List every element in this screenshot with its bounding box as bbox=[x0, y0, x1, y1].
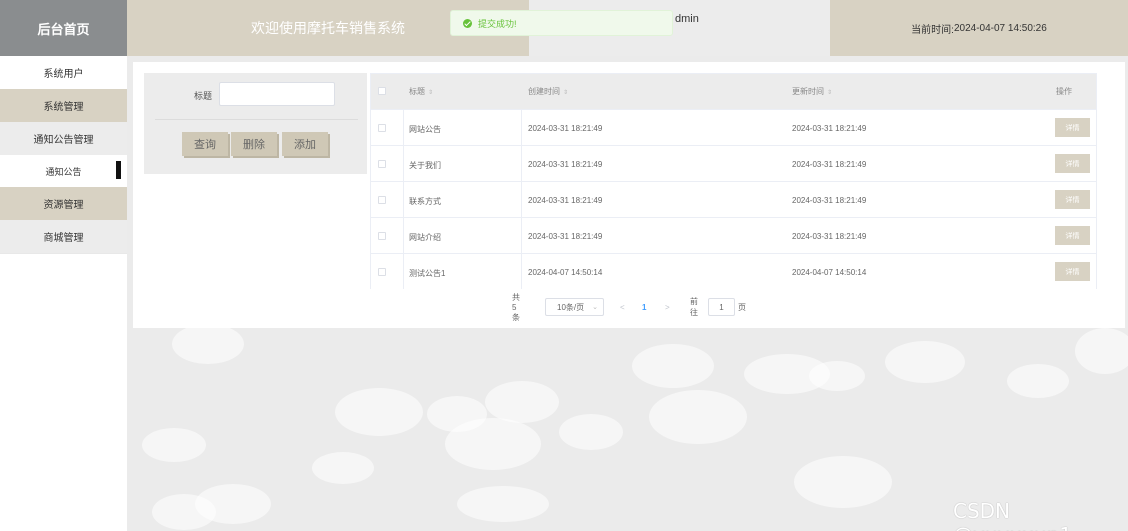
bg-bubble bbox=[1075, 328, 1128, 374]
row-checkbox[interactable] bbox=[378, 160, 386, 168]
delete-button[interactable]: 删除 bbox=[231, 132, 277, 156]
table-row: 联系方式 2024-03-31 18:21:49 2024-03-31 18:2… bbox=[371, 181, 1096, 217]
column-header-actions: 操作 bbox=[1056, 87, 1072, 96]
goto-page-input[interactable]: 1 bbox=[708, 298, 735, 316]
check-circle-icon bbox=[463, 18, 472, 28]
cell-updated: 2024-03-31 18:21:49 bbox=[792, 196, 867, 205]
row-checkbox[interactable] bbox=[378, 232, 386, 240]
cell-updated: 2024-03-31 18:21:49 bbox=[792, 124, 867, 133]
watermark: CSDN @yuyuxun1 bbox=[953, 499, 1072, 531]
sidebar-item-label: 通知公告 bbox=[45, 166, 82, 177]
page-size-select[interactable]: 10条/页 ⌄ bbox=[545, 298, 604, 316]
cell-updated: 2024-03-31 18:21:49 bbox=[792, 160, 867, 169]
bg-bubble bbox=[794, 456, 892, 508]
sidebar-item-resource-management[interactable]: 资源管理 bbox=[0, 187, 127, 220]
bg-bubble bbox=[885, 341, 965, 383]
bg-bubble bbox=[632, 344, 714, 388]
table-row: 网站介绍 2024-03-31 18:21:49 2024-03-31 18:2… bbox=[371, 217, 1096, 253]
bg-bubble bbox=[142, 428, 206, 462]
sidebar-item-label: 通知公告管理 bbox=[33, 135, 94, 146]
sidebar-item-label: 商城管理 bbox=[43, 233, 84, 244]
bg-bubble bbox=[809, 361, 865, 391]
cell-created: 2024-03-31 18:21:49 bbox=[528, 160, 603, 169]
sidebar-item-system-management[interactable]: 系统管理 bbox=[0, 89, 127, 122]
sidebar-item-system-users[interactable]: 系统用户 bbox=[0, 56, 127, 89]
cell-created: 2024-03-31 18:21:49 bbox=[528, 232, 603, 241]
time-value: 2024-04-07 14:50:26 bbox=[953, 22, 1047, 34]
notice-table: 标题 ⇕ 创建时间 ⇕ 更新时间 ⇕ 操作 网站公告 2024-03-31 18:21… bbox=[370, 73, 1097, 289]
row-checkbox[interactable] bbox=[378, 268, 386, 276]
goto-label: 前往 bbox=[690, 297, 698, 317]
bg-bubble bbox=[172, 324, 244, 364]
bg-bubble bbox=[649, 390, 747, 444]
cell-created: 2024-03-31 18:21:49 bbox=[528, 124, 603, 133]
current-time: 当前时间: 2024-04-07 14:50:26 bbox=[830, 0, 1128, 56]
username: dmin bbox=[675, 13, 699, 25]
success-toast: 提交成功! bbox=[450, 10, 673, 36]
cell-updated: 2024-03-31 18:21:49 bbox=[792, 232, 867, 241]
add-button[interactable]: 添加 bbox=[282, 132, 328, 156]
table-header: 标题 ⇕ 创建时间 ⇕ 更新时间 ⇕ 操作 bbox=[371, 74, 1096, 109]
sidebar-item-mall-management[interactable]: 商城管理 bbox=[0, 220, 127, 253]
cell-title: 测试公告1 bbox=[409, 269, 446, 278]
chevron-down-icon: ⌄ bbox=[592, 304, 598, 311]
prev-page-button[interactable]: < bbox=[620, 298, 625, 316]
next-page-button[interactable]: > bbox=[665, 298, 670, 316]
sidebar: 系统用户 系统管理 通知公告管理 通知公告 资源管理 商城管理 bbox=[0, 56, 127, 531]
bg-bubble bbox=[152, 494, 216, 530]
toast-message: 提交成功! bbox=[478, 18, 517, 29]
table-row: 关于我们 2024-03-31 18:21:49 2024-03-31 18:2… bbox=[371, 145, 1096, 181]
pagination-total: 共 5 条 bbox=[512, 293, 520, 322]
bg-bubble bbox=[559, 414, 623, 450]
query-button[interactable]: 查询 bbox=[182, 132, 228, 156]
cell-updated: 2024-04-07 14:50:14 bbox=[792, 268, 867, 277]
page-size-value: 10条/页 bbox=[557, 302, 585, 312]
active-indicator bbox=[116, 161, 121, 179]
time-label: 当前时间: bbox=[911, 24, 954, 36]
page-unit-label: 页 bbox=[738, 302, 746, 312]
cell-title: 关于我们 bbox=[409, 161, 441, 170]
sidebar-subitem-notice[interactable]: 通知公告 bbox=[0, 155, 127, 187]
column-divider bbox=[521, 109, 522, 289]
sidebar-empty-area bbox=[0, 253, 127, 531]
sidebar-item-label: 系统管理 bbox=[43, 102, 84, 113]
bg-bubble bbox=[457, 486, 549, 522]
bg-bubble bbox=[485, 381, 559, 423]
row-checkbox[interactable] bbox=[378, 196, 386, 204]
row-checkbox[interactable] bbox=[378, 124, 386, 132]
sort-icon[interactable]: ⇕ bbox=[428, 89, 433, 96]
detail-button[interactable]: 详情 bbox=[1055, 262, 1090, 281]
bg-bubble bbox=[312, 452, 374, 484]
cell-title: 网站介绍 bbox=[409, 233, 441, 242]
detail-button[interactable]: 详情 bbox=[1055, 118, 1090, 137]
cell-created: 2024-03-31 18:21:49 bbox=[528, 196, 603, 205]
sort-icon[interactable]: ⇕ bbox=[827, 89, 832, 96]
cell-title: 联系方式 bbox=[409, 197, 441, 206]
bg-bubble bbox=[1007, 364, 1069, 398]
page-number-current[interactable]: 1 bbox=[642, 298, 646, 316]
column-header-created[interactable]: 创建时间 ⇕ bbox=[528, 86, 568, 97]
sidebar-item-notice-management[interactable]: 通知公告管理 bbox=[0, 122, 127, 155]
detail-button[interactable]: 详情 bbox=[1055, 154, 1090, 173]
bg-bubble bbox=[445, 418, 541, 470]
column-header-updated[interactable]: 更新时间 ⇕ bbox=[792, 86, 832, 97]
sidebar-item-label: 系统用户 bbox=[43, 69, 84, 80]
search-divider bbox=[155, 119, 358, 120]
bg-bubble bbox=[335, 388, 423, 436]
table-row: 测试公告1 2024-04-07 14:50:14 2024-04-07 14:… bbox=[371, 253, 1096, 289]
cell-created: 2024-04-07 14:50:14 bbox=[528, 268, 603, 277]
column-divider bbox=[403, 109, 404, 289]
cell-title: 网站公告 bbox=[409, 125, 441, 134]
logo-home-link[interactable]: 后台首页 bbox=[0, 0, 127, 56]
search-title-label: 标题 bbox=[194, 91, 213, 101]
table-row: 网站公告 2024-03-31 18:21:49 2024-03-31 18:2… bbox=[371, 109, 1096, 145]
detail-button[interactable]: 详情 bbox=[1055, 226, 1090, 245]
detail-button[interactable]: 详情 bbox=[1055, 190, 1090, 209]
sidebar-item-label: 资源管理 bbox=[43, 200, 84, 211]
column-header-title[interactable]: 标题 ⇕ bbox=[409, 86, 433, 97]
sort-icon[interactable]: ⇕ bbox=[563, 89, 568, 96]
select-all-checkbox[interactable] bbox=[378, 87, 386, 95]
search-title-input[interactable] bbox=[219, 82, 335, 106]
